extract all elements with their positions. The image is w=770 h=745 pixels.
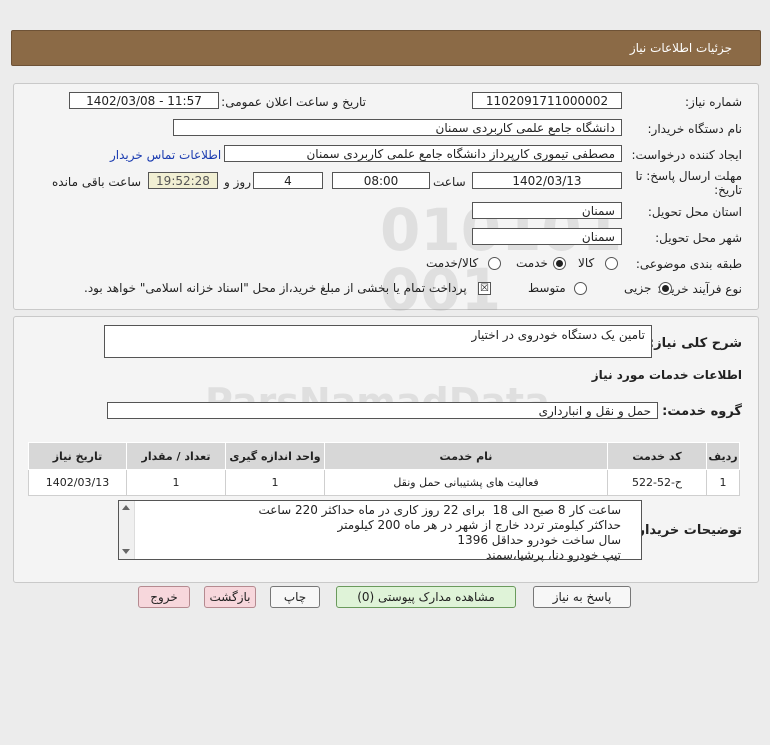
cell-service-code: ح-52-522 <box>607 469 707 496</box>
countdown-timer: 19:52:28 <box>148 172 218 189</box>
requester-field[interactable]: مصطفی تیموری کارپرداز دانشگاه جامع علمی … <box>224 145 622 162</box>
purchase-radio-medium[interactable] <box>574 282 587 295</box>
category-radio-goods[interactable] <box>605 257 618 270</box>
requester-label: ایجاد کننده درخواست: <box>631 148 742 162</box>
deadline-date-field[interactable]: 1402/03/13 <box>472 172 622 189</box>
cell-quantity: 1 <box>126 469 226 496</box>
print-button[interactable]: چاپ <box>270 586 320 608</box>
note-line: تیپ خودرو دنا، پرشیا،سمند <box>485 548 621 562</box>
note-line: ساعت کار 8 صبح الی 18 برای 22 روز کاری د… <box>258 503 621 517</box>
treasury-payment-checkbox[interactable]: ☒ <box>478 282 491 295</box>
notes-scrollbar[interactable] <box>119 501 135 559</box>
cell-unit: 1 <box>225 469 325 496</box>
announce-datetime-field[interactable]: 1402/03/08 - 11:57 <box>69 92 219 109</box>
view-attachments-button[interactable]: مشاهده مدارک پیوستی (0) <box>336 586 516 608</box>
city-field[interactable]: سمنان <box>472 228 622 245</box>
buyer-notes-label: توضیحات خریدار: <box>632 523 742 538</box>
scroll-down-icon[interactable] <box>122 549 130 554</box>
category-radio-service[interactable] <box>553 257 566 270</box>
col-quantity: تعداد / مقدار <box>126 442 226 470</box>
page-header: جزئیات اطلاعات نیاز <box>11 30 761 66</box>
contact-buyer-link[interactable]: اطلاعات تماس خریدار <box>110 148 221 162</box>
purchase-radio-minor[interactable] <box>659 282 672 295</box>
buyer-notes-textarea[interactable]: ساعت کار 8 صبح الی 18 برای 22 روز کاری د… <box>118 500 642 563</box>
col-service-code: کد خدمت <box>607 442 707 470</box>
col-unit: واحد اندازه گیری <box>225 442 325 470</box>
category-option-goods: کالا <box>578 256 595 270</box>
need-description-field[interactable]: تامین یک دستگاه خودروی در اختیار <box>104 325 652 358</box>
cell-service-name: فعالیت های پشتیبانی حمل ونقل <box>324 469 608 496</box>
days-label: روز و <box>224 175 251 189</box>
category-radio-goods-service[interactable] <box>488 257 501 270</box>
cell-row-number: 1 <box>706 469 740 496</box>
deadline-time-field[interactable]: 08:00 <box>332 172 430 189</box>
note-line: سال ساخت خودرو حداقل 1396 <box>457 533 621 547</box>
col-row-number: ردیف <box>706 442 740 470</box>
days-remaining-field[interactable]: 4 <box>253 172 323 189</box>
services-heading: اطلاعات خدمات مورد نیاز <box>591 368 742 382</box>
deadline-time-label: ساعت <box>433 175 466 189</box>
back-button[interactable]: بازگشت <box>204 586 256 608</box>
need-description-label: شرح کلی نیاز: <box>648 336 742 351</box>
note-line: حداکثر کیلومتر تردد خارج از شهر در هر ما… <box>337 518 621 532</box>
col-service-name: نام خدمت <box>324 442 608 470</box>
buyer-org-label: نام دستگاه خریدار: <box>647 122 743 136</box>
cell-need-date: 1402/03/13 <box>28 469 127 496</box>
need-number-label: شماره نیاز: <box>685 95 742 109</box>
city-label: شهر محل تحویل: <box>655 231 742 245</box>
province-label: استان محل تحویل: <box>647 205 742 219</box>
table-row[interactable]: 1 ح-52-522 فعالیت های پشتیبانی حمل ونقل … <box>28 469 740 496</box>
scroll-up-icon[interactable] <box>122 505 130 510</box>
table-header-row: ردیف کد خدمت نام خدمت واحد اندازه گیری ت… <box>28 442 740 470</box>
service-group-label: گروه خدمت: <box>662 404 742 419</box>
buyer-notes-text: ساعت کار 8 صبح الی 18 برای 22 روز کاری د… <box>258 503 621 563</box>
need-number-field[interactable]: 1102091711000002 <box>472 92 622 109</box>
purchase-option-medium: متوسط <box>528 281 566 295</box>
purchase-option-minor: جزیی <box>624 281 652 295</box>
buyer-org-field[interactable]: دانشگاه جامع علمی کاربردی سمنان <box>173 119 622 136</box>
services-table: ردیف کد خدمت نام خدمت واحد اندازه گیری ت… <box>28 442 740 496</box>
exit-button[interactable]: خروج <box>138 586 190 608</box>
category-option-goods-service: کالا/خدمت <box>426 256 479 270</box>
col-need-date: تاریخ نیاز <box>28 442 127 470</box>
page-title: جزئیات اطلاعات نیاز <box>629 41 732 55</box>
service-group-field[interactable]: حمل و نقل و انبارداری <box>107 402 658 419</box>
announce-label: تاریخ و ساعت اعلان عمومی: <box>221 95 366 109</box>
deadline-label: مهلت ارسال پاسخ: تا <box>635 169 742 183</box>
reply-button[interactable]: پاسخ به نیاز <box>533 586 631 608</box>
remaining-hours-label: ساعت باقی مانده <box>52 175 142 189</box>
category-label: طبقه بندی موضوعی: <box>635 257 742 271</box>
province-field[interactable]: سمنان <box>472 202 622 219</box>
category-option-service: خدمت <box>516 256 548 270</box>
treasury-payment-note: پرداخت تمام یا بخشی از مبلغ خرید،از محل … <box>84 281 467 295</box>
deadline-label-date: تاریخ: <box>714 183 742 197</box>
